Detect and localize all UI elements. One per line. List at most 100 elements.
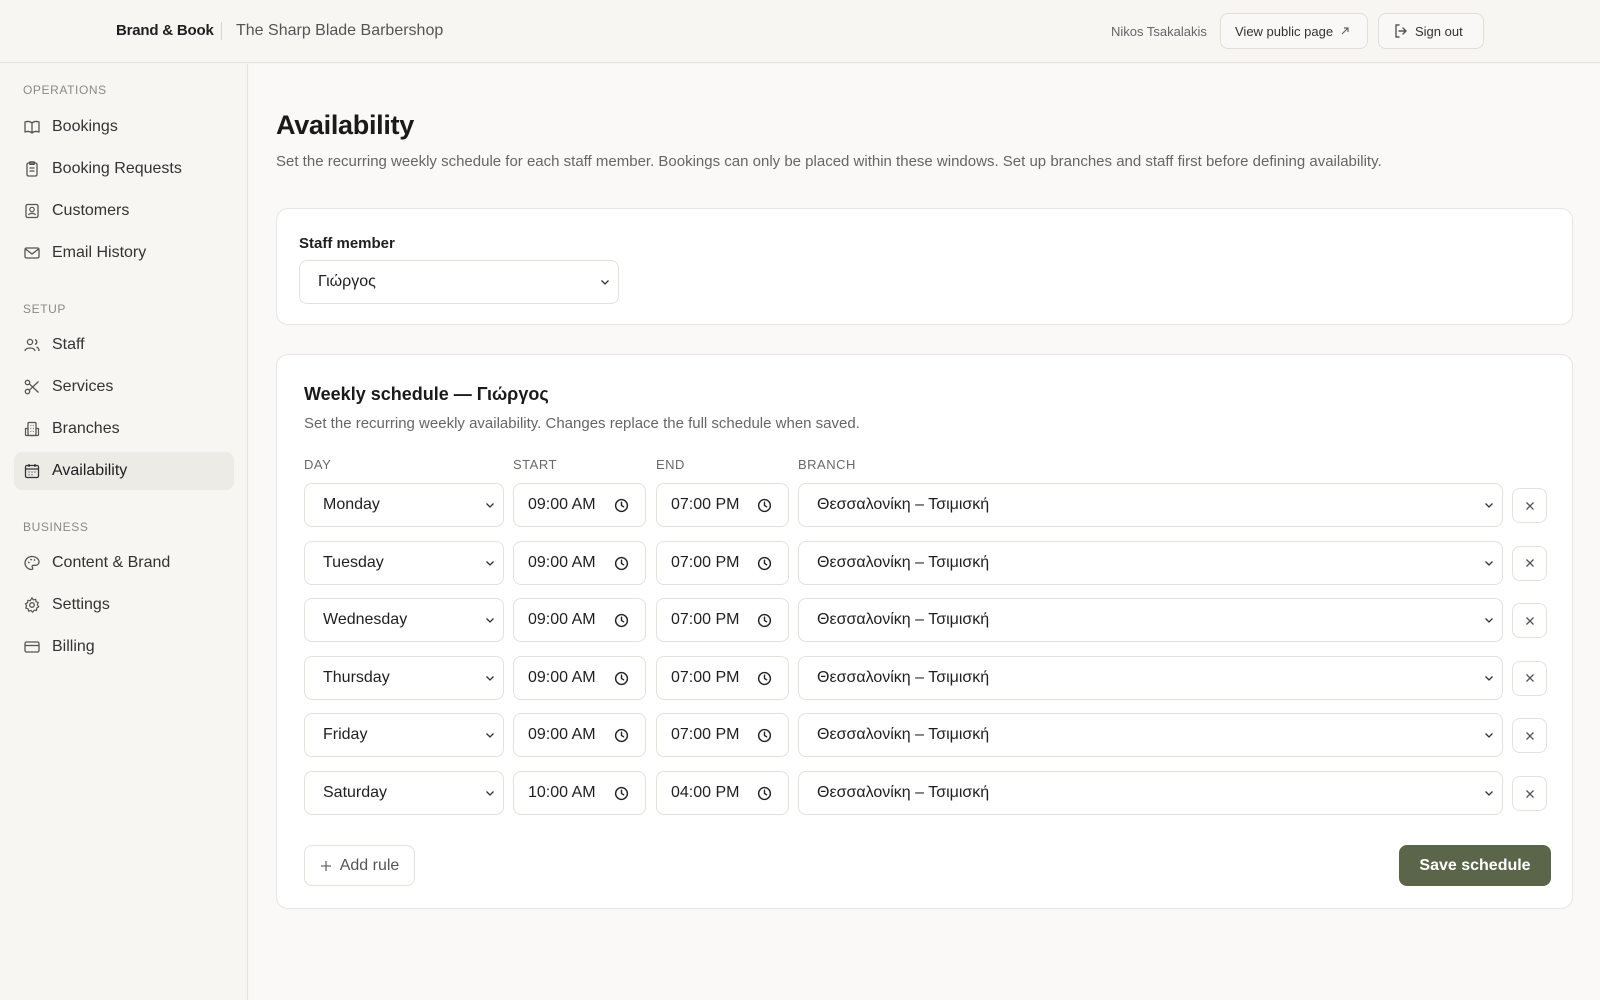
end-time-input[interactable]: 07:00 PM xyxy=(656,483,789,527)
sidebar-item-billing[interactable]: Billing xyxy=(14,628,234,666)
day-select[interactable]: Friday xyxy=(304,713,504,758)
end-time-input[interactable]: 07:00 PM xyxy=(656,713,789,758)
schedule-row: Friday 09:00 AM 07:00 PM Θεσσαλονίκη – Τσιμ… xyxy=(277,713,1572,758)
start-time-input[interactable]: 09:00 AM xyxy=(513,655,646,700)
staff-member-select[interactable]: Γιώργος xyxy=(299,260,619,304)
chevron-down-icon xyxy=(601,280,609,285)
sidebar-item-content-brand[interactable]: Content & Brand xyxy=(14,544,234,582)
palette-icon xyxy=(24,555,40,571)
chevron-down-icon xyxy=(486,791,494,796)
clock-icon xyxy=(757,671,772,685)
shop-name: The Sharp Blade Barbershop xyxy=(236,22,444,39)
sign-out-button[interactable]: Sign out xyxy=(1378,13,1484,49)
sidebar-item-availability[interactable]: Availability xyxy=(14,452,234,490)
day-select-value: Tuesday xyxy=(323,553,384,571)
end-time-input[interactable]: 07:00 PM xyxy=(656,540,789,585)
save-schedule-button[interactable]: Save schedule xyxy=(1399,845,1551,886)
end-time-value: 07:00 PM xyxy=(671,496,740,513)
add-rule-button[interactable]: Add rule xyxy=(304,845,415,886)
day-select[interactable]: Saturday xyxy=(304,771,504,815)
remove-rule-button[interactable] xyxy=(1512,660,1547,696)
users-icon xyxy=(24,338,40,352)
sidebar-item-customers[interactable]: Customers xyxy=(14,192,234,230)
chevron-down-icon xyxy=(1485,675,1493,681)
sign-out-label: Sign out xyxy=(1415,23,1463,39)
branch-select[interactable]: Θεσσαλονίκη – Τσιμισκή xyxy=(798,598,1503,643)
sidebar-item-services[interactable]: Services xyxy=(14,368,234,406)
sidebar-item-email-history[interactable]: Email History xyxy=(14,234,234,272)
chevron-down-icon xyxy=(486,560,494,566)
clock-icon xyxy=(757,498,772,513)
day-select[interactable]: Wednesday xyxy=(304,598,504,643)
close-icon xyxy=(1525,616,1534,625)
end-time-value: 07:00 PM xyxy=(671,668,740,686)
day-select[interactable]: Tuesday xyxy=(304,540,504,585)
clock-icon xyxy=(614,786,629,801)
branch-select[interactable]: Θεσσαλονίκη – Τσιμισκή xyxy=(798,771,1503,815)
branch-select[interactable]: Θεσσαλονίκη – Τσιμισκή xyxy=(798,483,1503,527)
remove-rule-button[interactable] xyxy=(1512,718,1547,754)
section-label-business: BUSINESS xyxy=(23,520,89,534)
sidebar-item-booking-requests[interactable]: Booking Requests xyxy=(14,150,234,188)
start-time-input[interactable]: 09:00 AM xyxy=(513,713,646,758)
chevron-down-icon xyxy=(486,675,494,681)
schedule-row: Saturday 10:00 AM 04:00 PM Θεσσαλονίκη – Τσ… xyxy=(277,771,1572,815)
main-content: Availability Set the recurring weekly sc… xyxy=(249,64,1600,1000)
day-select[interactable]: Monday xyxy=(304,483,504,527)
branch-select[interactable]: Θεσσαλονίκη – Τσιμισκή xyxy=(798,655,1503,700)
chevron-down-icon xyxy=(1485,503,1493,508)
branch-select-value: Θεσσαλονίκη – Τσιμισκή xyxy=(817,496,990,513)
clock-icon xyxy=(757,614,772,628)
sidebar-item-bookings[interactable]: Bookings xyxy=(14,108,234,146)
remove-rule-button[interactable] xyxy=(1512,776,1547,811)
page-title: Availability xyxy=(276,110,414,140)
column-header-end: END xyxy=(656,457,685,472)
sidebar-item-label: Branches xyxy=(52,420,120,437)
brand-logo[interactable]: Brand & Book xyxy=(116,22,214,39)
sidebar-item-label: Staff xyxy=(52,336,85,353)
column-header-day: DAY xyxy=(304,457,332,472)
chevron-down-icon xyxy=(1485,560,1493,566)
start-time-value: 09:00 AM xyxy=(528,553,596,571)
branch-select[interactable]: Θεσσαλονίκη – Τσιμισκή xyxy=(798,540,1503,585)
close-icon xyxy=(1525,501,1534,510)
start-time-input[interactable]: 09:00 AM xyxy=(513,598,646,643)
sidebar-item-label: Bookings xyxy=(52,118,118,135)
user-name: Nikos Tsakalakis xyxy=(1111,24,1207,39)
day-select-value: Saturday xyxy=(323,784,388,801)
end-time-input[interactable]: 07:00 PM xyxy=(656,598,789,643)
chevron-down-icon xyxy=(1485,791,1493,796)
close-icon xyxy=(1525,559,1534,568)
end-time-input[interactable]: 07:00 PM xyxy=(656,655,789,700)
building-icon xyxy=(24,421,40,437)
start-time-input[interactable]: 09:00 AM xyxy=(513,540,646,585)
branch-select-value: Θεσσαλονίκη – Τσιμισκή xyxy=(817,726,990,744)
sidebar: OPERATIONS Bookings Booking Requests Cus… xyxy=(0,64,248,1000)
sidebar-item-branches[interactable]: Branches xyxy=(14,410,234,448)
column-header-start: START xyxy=(513,457,557,472)
plus-icon xyxy=(320,860,331,871)
sidebar-item-staff[interactable]: Staff xyxy=(14,326,234,364)
view-public-page-button[interactable]: View public page xyxy=(1220,13,1368,49)
remove-rule-button[interactable] xyxy=(1512,488,1547,523)
section-label-setup: SETUP xyxy=(23,302,67,316)
chevron-down-icon xyxy=(1485,618,1493,624)
remove-rule-button[interactable] xyxy=(1512,603,1547,639)
start-time-input[interactable]: 10:00 AM xyxy=(513,771,646,815)
end-time-input[interactable]: 04:00 PM xyxy=(656,771,789,815)
clock-icon xyxy=(614,671,629,685)
clock-icon xyxy=(757,786,772,801)
day-select[interactable]: Thursday xyxy=(304,655,504,700)
credit-card-icon xyxy=(24,641,40,653)
staff-picker-card: Staff member Γιώργος xyxy=(276,208,1573,325)
schedule-row: Thursday 09:00 AM 07:00 PM Θεσσαλονίκη – Τσ… xyxy=(277,655,1572,700)
chevron-down-icon xyxy=(1485,733,1493,739)
sidebar-item-label: Settings xyxy=(52,596,110,613)
sidebar-item-settings[interactable]: Settings xyxy=(14,586,234,624)
end-time-value: 04:00 PM xyxy=(671,784,740,801)
start-time-input[interactable]: 09:00 AM xyxy=(513,483,646,527)
remove-rule-button[interactable] xyxy=(1512,545,1547,581)
end-time-value: 07:00 PM xyxy=(671,553,740,571)
day-select-value: Thursday xyxy=(323,668,390,686)
branch-select[interactable]: Θεσσαλονίκη – Τσιμισκή xyxy=(798,713,1503,758)
